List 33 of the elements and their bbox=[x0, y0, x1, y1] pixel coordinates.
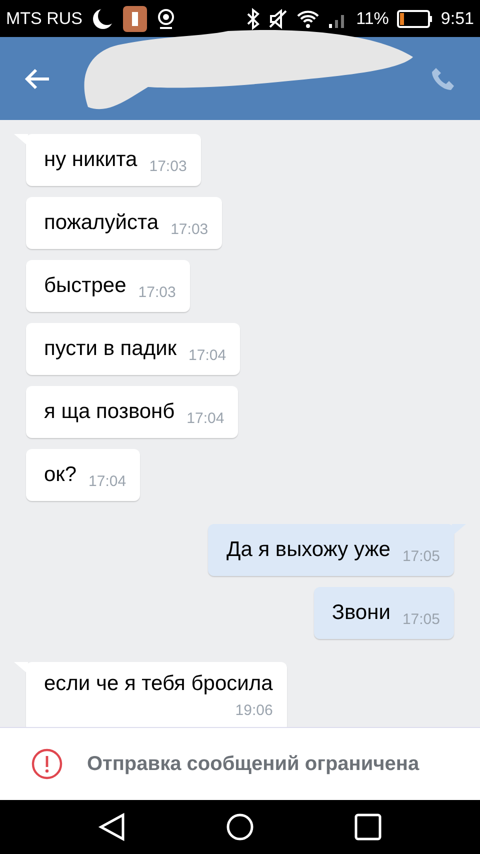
moon-icon bbox=[90, 6, 114, 30]
battery-alert-icon bbox=[122, 6, 146, 32]
message-text: пусти в падик bbox=[44, 336, 177, 362]
wifi-icon bbox=[296, 8, 320, 28]
battery-icon bbox=[396, 10, 433, 28]
message-text: если че я тебя бросила bbox=[44, 671, 273, 697]
restriction-notice: Отправка сообщений ограничена bbox=[87, 752, 420, 777]
message-text: ну никита bbox=[44, 147, 138, 174]
home-icon[interactable] bbox=[224, 812, 255, 842]
message-text: пожалуйста bbox=[44, 210, 159, 236]
message-time: 17:04 bbox=[188, 346, 226, 366]
mute-icon bbox=[268, 8, 288, 28]
message-time: 17:04 bbox=[186, 408, 224, 429]
back-arrow-icon[interactable] bbox=[24, 68, 50, 90]
message-time: 17:04 bbox=[88, 472, 126, 492]
message-time: 17:03 bbox=[149, 156, 187, 177]
message-text: ок? bbox=[44, 462, 77, 488]
back-icon[interactable] bbox=[98, 812, 126, 842]
message-time: 17:03 bbox=[138, 282, 176, 303]
bluetooth-icon bbox=[246, 8, 260, 30]
message-text: я ща позвонб bbox=[44, 399, 175, 426]
message-time: 17:05 bbox=[402, 610, 440, 630]
message-time: 17:05 bbox=[402, 546, 440, 567]
message-text: Да я выхожу уже bbox=[226, 537, 390, 564]
alert-icon bbox=[31, 748, 63, 780]
carrier-name: MTS RUS bbox=[6, 8, 82, 30]
message-time: 17:03 bbox=[170, 220, 208, 240]
clock: 9:51 bbox=[440, 8, 474, 30]
recents-icon[interactable] bbox=[354, 813, 382, 841]
battery-percent: 11% bbox=[356, 8, 389, 30]
message-time: 19:06 bbox=[235, 700, 273, 720]
message-text: быстрее bbox=[44, 273, 126, 300]
message-text: Звони bbox=[332, 600, 390, 626]
